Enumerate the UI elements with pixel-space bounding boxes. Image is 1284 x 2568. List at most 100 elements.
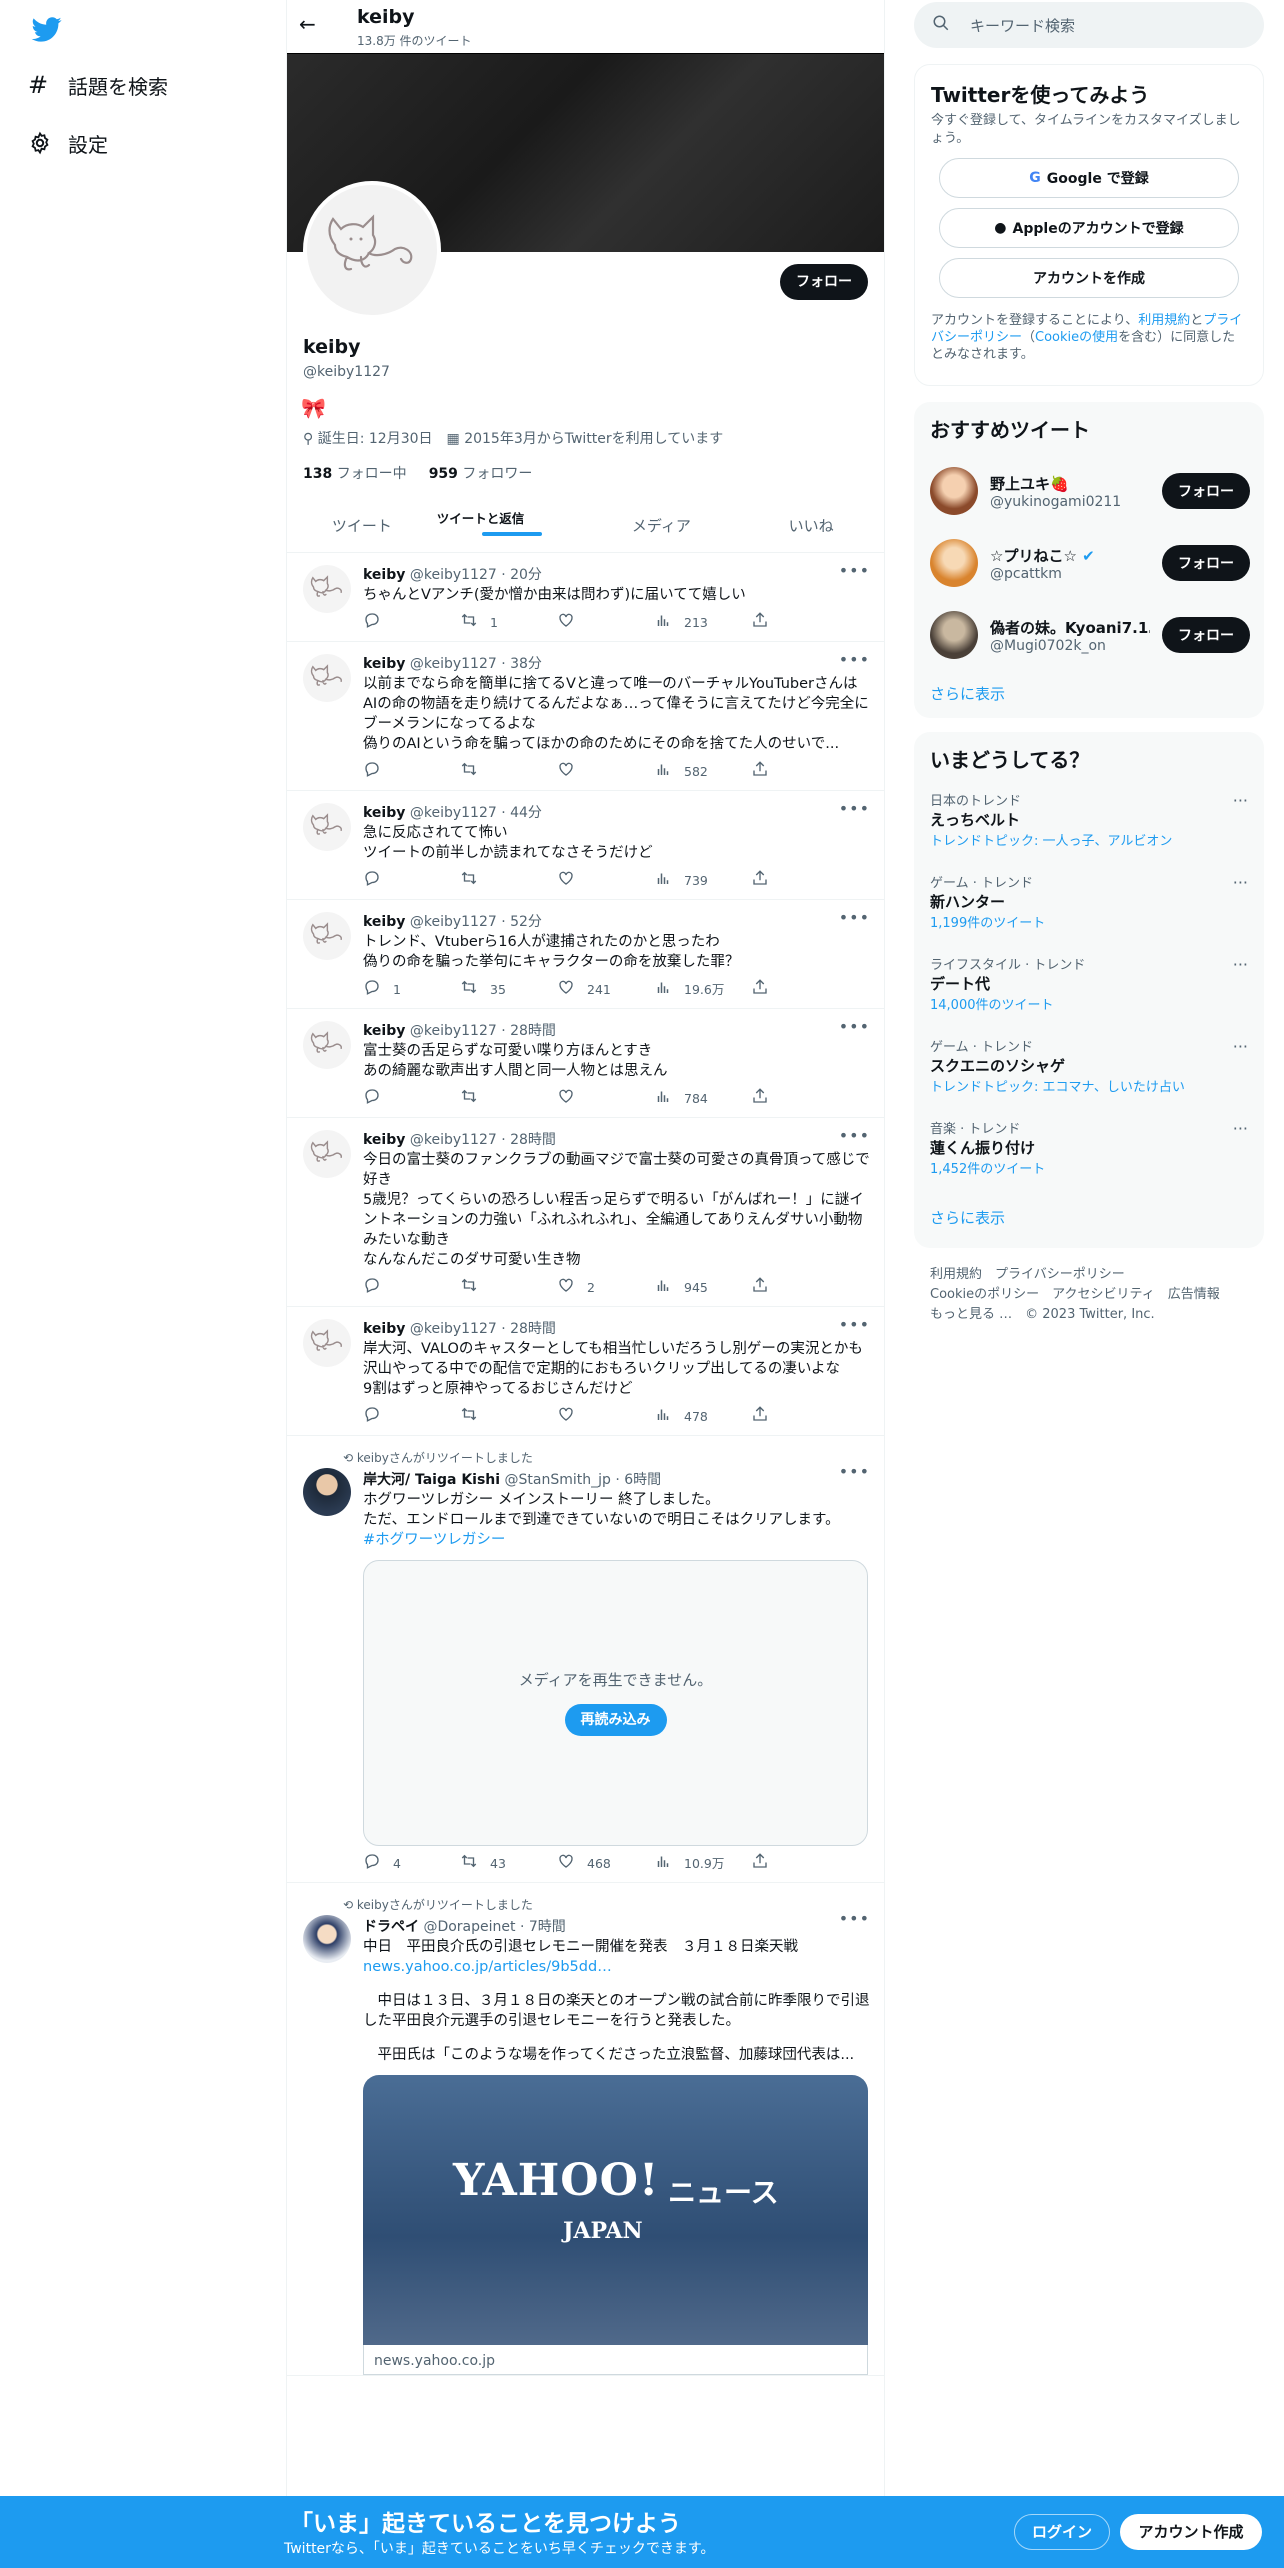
tweet[interactable]: keiby @keiby1127 · 28時間 ••• 岸大河、VALOのキャスター… xyxy=(287,1307,884,1436)
reply-button[interactable] xyxy=(363,611,460,635)
link-card-image[interactable]: YAHOO! ニュース JAPAN xyxy=(363,2075,868,2345)
search-box[interactable]: キーワード検索 xyxy=(914,2,1264,48)
like-button[interactable]: 468 xyxy=(557,1852,654,1876)
tweet-author-name[interactable]: ドラペイ xyxy=(363,1919,419,1935)
trend-item[interactable]: 音楽 · トレンド 蓮くん振り付け 1,452件のツイート ··· xyxy=(914,1113,1264,1195)
trend-item[interactable]: 日本のトレンド えっちベルト トレンドトピック: 一人っ子、アルビオン ··· xyxy=(914,785,1264,867)
more-options-icon[interactable]: ••• xyxy=(839,1909,870,1929)
tweet-avatar[interactable] xyxy=(303,1468,351,1516)
tweet-author-name[interactable]: keiby xyxy=(363,1132,405,1148)
tweet-avatar[interactable] xyxy=(303,1915,351,1963)
reload-button[interactable]: 再読み込み xyxy=(564,1704,667,1736)
retweet-button[interactable] xyxy=(460,869,557,893)
share-button[interactable] xyxy=(751,1276,848,1300)
recommended-user[interactable]: 偽者の妹。Kyoani7.1… @Mugi0702k_on フォロー xyxy=(914,599,1264,671)
article-link[interactable]: news.yahoo.co.jp/articles/9b5dd… xyxy=(363,1957,870,1977)
follow-user-button[interactable]: フォロー xyxy=(1162,545,1250,581)
trend-item[interactable]: ゲーム · トレンド スクエニのソシャゲ トレンドトピック: エコマナ、しいたけ占い… xyxy=(914,1031,1264,1113)
footer-line-3[interactable]: もっと見る … © 2023 Twitter, Inc. xyxy=(930,1305,1260,1325)
reply-button[interactable] xyxy=(363,760,460,784)
twitter-logo-icon[interactable] xyxy=(30,14,64,44)
views-button[interactable]: 19.6万 xyxy=(654,978,751,1002)
like-button[interactable] xyxy=(557,611,654,635)
tweet-avatar[interactable] xyxy=(303,1130,351,1178)
share-button[interactable] xyxy=(751,1405,848,1429)
share-button[interactable] xyxy=(751,611,848,635)
followers-count[interactable]: 959 フォロワー xyxy=(429,463,533,483)
retweet-button[interactable] xyxy=(460,1405,557,1429)
reply-button[interactable]: 4 xyxy=(363,1852,460,1876)
trend-topic-link[interactable]: エコマナ、しいたけ占い xyxy=(1043,1080,1185,1095)
trend-item[interactable]: ライフスタイル · トレンド デート代 14,000件のツイート ··· xyxy=(914,949,1264,1031)
share-button[interactable] xyxy=(751,978,848,1002)
follow-user-button[interactable]: フォロー xyxy=(1162,617,1250,653)
tweet[interactable]: keiby @keiby1127 · 44分 ••• 急に反応されてて怖い ツイート… xyxy=(287,791,884,900)
follow-button[interactable]: フォロー xyxy=(780,264,868,300)
trend-more-icon[interactable]: ··· xyxy=(1233,873,1248,892)
like-button[interactable] xyxy=(557,1087,654,1111)
user-avatar[interactable] xyxy=(930,611,978,659)
reply-button[interactable] xyxy=(363,1276,460,1300)
tweet-avatar[interactable] xyxy=(303,803,351,851)
nav-settings[interactable]: 設定 xyxy=(28,128,108,158)
login-button[interactable]: ログイン xyxy=(1014,2514,1110,2550)
tweet-avatar[interactable] xyxy=(303,654,351,702)
footer-line-2[interactable]: Cookieのポリシー アクセシビリティ 広告情報 xyxy=(930,1285,1260,1305)
more-options-icon[interactable]: ••• xyxy=(839,1017,870,1037)
more-options-icon[interactable]: ••• xyxy=(839,1315,870,1335)
terms-link[interactable]: 利用規約 xyxy=(1138,313,1190,328)
user-avatar[interactable] xyxy=(930,539,978,587)
recommended-user[interactable]: ☆プリねこ☆ ✔ @pcattkm フォロー xyxy=(914,527,1264,599)
tweet-avatar[interactable] xyxy=(303,1319,351,1367)
follow-user-button[interactable]: フォロー xyxy=(1162,473,1250,509)
like-button[interactable] xyxy=(557,869,654,893)
views-button[interactable]: 478 xyxy=(654,1405,751,1429)
retweet-button[interactable] xyxy=(460,760,557,784)
video-player[interactable]: メディアを再生できません。 再読み込み xyxy=(363,1560,868,1846)
like-button[interactable]: 2 xyxy=(557,1276,654,1300)
views-button[interactable]: 739 xyxy=(654,869,751,893)
tweet-avatar[interactable] xyxy=(303,1021,351,1069)
trend-more-icon[interactable]: ··· xyxy=(1233,791,1248,810)
more-options-icon[interactable]: ••• xyxy=(839,799,870,819)
retweet-button[interactable]: 35 xyxy=(460,978,557,1002)
tweet-author-name[interactable]: 岸大河/ Taiga Kishi xyxy=(363,1472,500,1488)
tab-tweets-replies[interactable]: ツイートと返信 xyxy=(437,500,587,536)
tweet[interactable]: keiby @keiby1127 · 28時間 ••• 富士葵の舌足らずな可愛い喋り… xyxy=(287,1009,884,1118)
more-options-icon[interactable]: ••• xyxy=(839,561,870,581)
footer-line-1[interactable]: 利用規約 プライバシーポリシー xyxy=(930,1265,1260,1285)
reply-button[interactable] xyxy=(363,1087,460,1111)
more-options-icon[interactable]: ••• xyxy=(839,1126,870,1146)
reply-button[interactable] xyxy=(363,869,460,893)
following-count[interactable]: 138 フォロー中 xyxy=(303,463,407,483)
retweet-button[interactable] xyxy=(460,1276,557,1300)
retweeted-tweet[interactable]: ⟲ keibyさんがリツイートしました ドラペイ @Dorapeinet · 7時… xyxy=(287,1883,884,2376)
tweet[interactable]: keiby @keiby1127 · 20分 ••• ちゃんとVアンチ(愛か憎か由来… xyxy=(287,553,884,642)
tweet[interactable]: keiby @keiby1127 · 52分 ••• トレンド、Vtuberら16人… xyxy=(287,900,884,1009)
tweet-author-name[interactable]: keiby xyxy=(363,805,405,821)
share-button[interactable] xyxy=(751,1087,848,1111)
profile-avatar[interactable] xyxy=(303,181,441,319)
tab-tweets[interactable]: ツイート xyxy=(287,500,437,552)
tweet-author-name[interactable]: keiby xyxy=(363,1023,405,1039)
tab-media[interactable]: メディア xyxy=(587,500,737,552)
trend-more-icon[interactable]: ··· xyxy=(1233,1037,1248,1056)
user-avatar[interactable] xyxy=(930,467,978,515)
trend-more-icon[interactable]: ··· xyxy=(1233,1119,1248,1138)
signup-button[interactable]: アカウント作成 xyxy=(1120,2514,1262,2550)
tweet-author-name[interactable]: keiby xyxy=(363,567,405,583)
share-button[interactable] xyxy=(751,869,848,893)
reply-button[interactable]: 1 xyxy=(363,978,460,1002)
retweet-button[interactable] xyxy=(460,1087,557,1111)
share-button[interactable] xyxy=(751,1852,848,1876)
tab-likes[interactable]: いいね xyxy=(736,500,884,552)
more-options-icon[interactable]: ••• xyxy=(839,1462,870,1482)
views-button[interactable]: 784 xyxy=(654,1087,751,1111)
trend-more-icon[interactable]: ··· xyxy=(1233,955,1248,974)
views-button[interactable]: 582 xyxy=(654,760,751,784)
trend-item[interactable]: ゲーム · トレンド 新ハンター 1,199件のツイート ··· xyxy=(914,867,1264,949)
tweet-avatar[interactable] xyxy=(303,912,351,960)
recommended-show-more[interactable]: さらに表示 xyxy=(914,671,1264,716)
link-card-domain[interactable]: news.yahoo.co.jp xyxy=(363,2345,868,2375)
views-button[interactable]: 213 xyxy=(654,611,751,635)
